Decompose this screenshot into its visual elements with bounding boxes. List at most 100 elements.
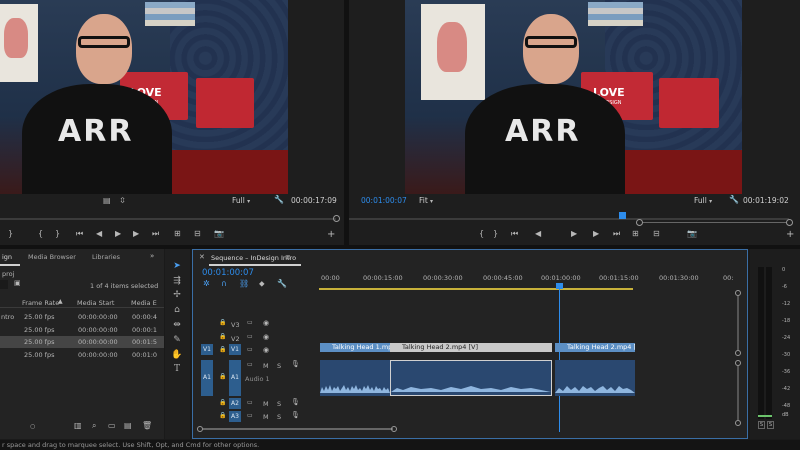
video-clip[interactable]: Talking Head 1.mp4 bbox=[320, 343, 390, 352]
step-forward-icon[interactable]: ▶ bbox=[133, 230, 139, 238]
go-to-in-icon[interactable]: ⏮ bbox=[511, 230, 518, 238]
chevron-right-icon[interactable]: » bbox=[150, 253, 154, 260]
column-media-end[interactable]: Media E bbox=[131, 299, 157, 307]
source-patch-a1[interactable]: A1 bbox=[201, 360, 213, 396]
sync-lock-icon[interactable]: ▭ bbox=[247, 362, 253, 368]
track-a1-target[interactable]: A1 bbox=[229, 360, 241, 396]
timeline-zoom-end[interactable] bbox=[391, 426, 397, 432]
program-zoom-start[interactable] bbox=[636, 219, 643, 226]
mark-in-icon[interactable]: { bbox=[479, 230, 484, 238]
table-row-selected[interactable]: 25.00 fps 00:00:00:00 00:01:5 bbox=[0, 336, 164, 348]
bin-icon[interactable]: ▣ bbox=[14, 280, 21, 287]
project-search-box[interactable] bbox=[0, 280, 8, 289]
add-button-icon[interactable]: + bbox=[786, 230, 794, 240]
program-scrubber[interactable] bbox=[349, 218, 789, 220]
source-patch-v1[interactable]: V1 bbox=[201, 344, 213, 355]
microphone-icon[interactable]: 🎙 bbox=[291, 399, 300, 406]
column-media-start[interactable]: Media Start bbox=[77, 299, 114, 307]
microphone-icon[interactable]: 🎙 bbox=[291, 412, 300, 419]
lock-icon[interactable]: 🔒 bbox=[219, 320, 226, 326]
lock-icon[interactable]: 🔒 bbox=[219, 400, 226, 406]
menu-icon[interactable]: ≡ bbox=[285, 254, 291, 261]
pen-icon[interactable]: ✎ bbox=[171, 334, 183, 346]
table-row[interactable]: 25.00 fps 00:00:00:00 00:01:0 bbox=[0, 349, 164, 360]
mute-button[interactable]: M bbox=[263, 413, 269, 421]
camera-icon[interactable]: 📷 bbox=[214, 230, 224, 238]
find-icon[interactable]: ⌕ bbox=[92, 422, 96, 430]
program-playhead-marker[interactable] bbox=[619, 212, 626, 219]
timeline-settings-icon[interactable]: 🔧 bbox=[277, 280, 287, 288]
program-monitor-video[interactable]: LOVE INDESIGN ARR bbox=[405, 0, 742, 194]
video-clip[interactable]: Talking Head 2.mp4 [V] bbox=[555, 343, 635, 352]
track-a2-target[interactable]: A2 bbox=[229, 398, 241, 409]
mute-button[interactable]: M bbox=[263, 400, 269, 408]
source-scrubber-end[interactable] bbox=[333, 215, 340, 222]
step-back-icon[interactable]: ◀ bbox=[96, 230, 102, 238]
table-row[interactable]: ntro 25.00 fps 00:00:00:00 00:00:4 bbox=[0, 311, 164, 322]
solo-button[interactable]: S bbox=[277, 362, 281, 370]
track-a3-target[interactable]: A3 bbox=[229, 411, 241, 422]
add-button-icon[interactable]: + bbox=[327, 230, 335, 240]
microphone-icon[interactable]: 🎙 bbox=[291, 361, 300, 368]
sync-lock-icon[interactable]: ▭ bbox=[247, 413, 253, 419]
step-forward-icon[interactable]: ▶ bbox=[593, 230, 599, 238]
insert-icon[interactable]: ⊞ bbox=[174, 230, 181, 238]
go-to-in-icon[interactable]: ⏮ bbox=[76, 230, 83, 238]
wrench-icon[interactable]: 🔧 bbox=[729, 196, 739, 204]
hand-icon[interactable]: ✋ bbox=[171, 349, 183, 361]
play-icon[interactable]: ▶ bbox=[571, 230, 577, 238]
automate-icon[interactable]: ▥ bbox=[74, 422, 82, 430]
snap-icon[interactable]: ∩ bbox=[221, 280, 227, 288]
linked-selection-icon[interactable]: ⛓ bbox=[239, 280, 249, 288]
scroll-handle-icon[interactable]: ○ bbox=[30, 424, 35, 430]
nest-icon[interactable]: ✲ bbox=[203, 280, 210, 288]
source-zoom-select[interactable]: Full ▾ bbox=[232, 196, 266, 206]
tab-project[interactable]: ign bbox=[2, 253, 12, 261]
lock-icon[interactable]: 🔒 bbox=[219, 374, 226, 380]
lock-icon[interactable]: 🔒 bbox=[219, 413, 226, 419]
table-row[interactable]: 25.00 fps 00:00:00:00 00:00:1 bbox=[0, 324, 164, 335]
camera-icon[interactable]: 📷 bbox=[687, 230, 697, 238]
sync-lock-icon[interactable]: ▭ bbox=[247, 400, 253, 406]
video-clip-selected[interactable]: Talking Head 2.mp4 [V] bbox=[390, 343, 552, 352]
audio-clip-selected[interactable] bbox=[390, 360, 552, 396]
audio-clip[interactable] bbox=[320, 360, 390, 396]
new-item-icon[interactable]: ▤ bbox=[124, 422, 132, 430]
selection-tool-icon[interactable]: ➤ bbox=[171, 260, 183, 272]
track-select-icon[interactable]: ⇶ bbox=[171, 275, 183, 287]
mute-button[interactable]: M bbox=[263, 362, 269, 370]
eye-icon[interactable]: ◉ bbox=[263, 334, 269, 341]
trash-icon[interactable]: 🗑 bbox=[142, 422, 152, 430]
timeline-timecode[interactable]: 00:01:00:07 bbox=[202, 268, 254, 278]
eye-icon[interactable]: ◉ bbox=[263, 347, 269, 354]
video-scroll-handle[interactable] bbox=[735, 350, 741, 356]
sync-lock-icon[interactable]: ▭ bbox=[247, 320, 253, 326]
vertical-scrollbar[interactable] bbox=[737, 366, 739, 420]
track-v1-target[interactable]: V1 bbox=[229, 344, 241, 355]
ripple-edit-icon[interactable]: ✢ bbox=[171, 289, 183, 301]
solo-right-button[interactable]: S bbox=[767, 421, 774, 429]
lift-icon[interactable]: ⊞ bbox=[632, 230, 639, 238]
sort-up-icon[interactable]: ▲ bbox=[58, 299, 63, 305]
play-icon[interactable]: ▶ bbox=[115, 230, 121, 238]
tab-media-browser[interactable]: Media Browser bbox=[28, 253, 76, 261]
new-bin-icon[interactable]: ▭ bbox=[108, 422, 116, 430]
sync-lock-icon[interactable]: ▭ bbox=[247, 347, 253, 353]
eye-icon[interactable]: ◉ bbox=[263, 320, 269, 327]
mark-in-icon[interactable]: { bbox=[38, 230, 43, 238]
overwrite-icon[interactable]: ⊟ bbox=[194, 230, 201, 238]
column-frame-rate[interactable]: Frame Rate bbox=[22, 299, 59, 307]
source-scrubber[interactable] bbox=[0, 218, 336, 220]
lock-icon[interactable]: 🔒 bbox=[219, 347, 226, 353]
add-marker-icon[interactable]: ⬥ bbox=[259, 280, 265, 288]
mark-out-icon[interactable]: } bbox=[493, 230, 498, 238]
source-monitor-video[interactable]: LOVE INDESIGN ARR bbox=[0, 0, 288, 194]
insert-overlay-icon[interactable]: ⇳ bbox=[119, 197, 126, 205]
go-to-out-icon[interactable]: ⏭ bbox=[152, 230, 159, 238]
settings-icon[interactable]: ▤ bbox=[103, 197, 111, 205]
work-area-bar[interactable] bbox=[319, 288, 633, 290]
wrench-icon[interactable]: 🔧 bbox=[274, 196, 284, 204]
slip-icon[interactable]: ⇹ bbox=[171, 319, 183, 331]
program-zoom-bar[interactable] bbox=[643, 222, 786, 223]
razor-icon[interactable]: ⌂ bbox=[171, 304, 183, 316]
